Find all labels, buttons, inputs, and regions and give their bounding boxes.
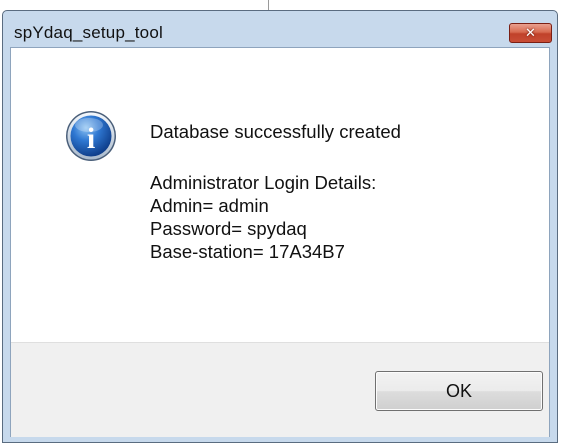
title-bar[interactable]: spYdaq_setup_tool ✕ bbox=[3, 11, 557, 47]
message-text: Database successfully created Administra… bbox=[150, 120, 401, 263]
message-line-status: Database successfully created bbox=[150, 121, 401, 142]
message-area: i Database successfully created Administ… bbox=[11, 48, 549, 342]
close-button[interactable]: ✕ bbox=[509, 23, 552, 43]
button-bar: OK bbox=[11, 342, 549, 437]
message-dialog: spYdaq_setup_tool ✕ i Database successfu… bbox=[2, 10, 558, 443]
message-line-heading: Administrator Login Details: bbox=[150, 172, 377, 193]
message-line-admin: Admin= admin bbox=[150, 195, 269, 216]
close-icon: ✕ bbox=[525, 25, 536, 41]
window-title: spYdaq_setup_tool bbox=[14, 23, 163, 42]
dialog-client-area: i Database successfully created Administ… bbox=[10, 47, 550, 437]
svg-text:i: i bbox=[87, 122, 95, 155]
desktop-background: spYdaq_setup_tool ✕ i Database successfu… bbox=[0, 0, 563, 446]
message-line-base-station: Base-station= 17A34B7 bbox=[150, 241, 345, 262]
info-icon: i bbox=[66, 111, 116, 161]
message-line-password: Password= spydaq bbox=[150, 218, 307, 239]
ok-button[interactable]: OK bbox=[375, 371, 543, 411]
